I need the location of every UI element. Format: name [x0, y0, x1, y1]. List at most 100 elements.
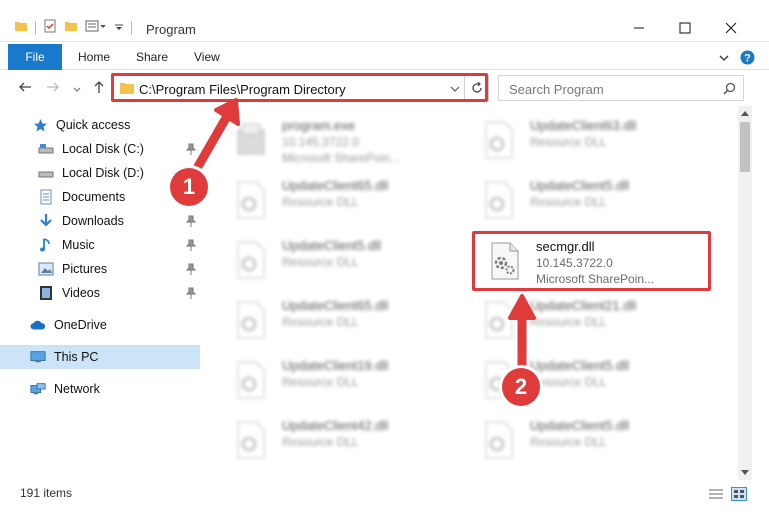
sidebar-item-label: Videos: [62, 286, 100, 300]
scroll-down-icon[interactable]: [741, 470, 749, 476]
file-item[interactable]: UpdateClient21.dll Resource DLL: [468, 292, 698, 346]
item-count: 191 items: [20, 486, 73, 500]
sidebar-item-label: Local Disk (D:): [62, 166, 144, 180]
sidebar-item-label: Local Disk (C:): [62, 142, 144, 156]
cloud-icon: [30, 317, 46, 333]
help-icon[interactable]: ?: [740, 50, 755, 68]
large-icons-view-icon[interactable]: [731, 487, 747, 501]
recent-locations-button[interactable]: [72, 82, 82, 98]
sidebar-item-network[interactable]: Network: [0, 377, 200, 401]
sidebar-item-label: Downloads: [62, 214, 124, 228]
drive-icon: [38, 165, 54, 181]
file-item[interactable]: UpdateClient65.dll Resource DLL: [220, 172, 450, 226]
sidebar-item-music[interactable]: Music: [0, 233, 200, 257]
tab-file[interactable]: File: [8, 44, 62, 70]
sidebar-item-videos[interactable]: Videos: [0, 281, 200, 305]
search-input[interactable]: Search Program: [498, 75, 744, 101]
tab-home[interactable]: Home: [78, 44, 110, 70]
file-name: UpdateClient19.dll: [282, 358, 389, 373]
search-icon[interactable]: [723, 82, 736, 95]
pin-icon[interactable]: [186, 263, 196, 275]
dll-file-icon: [237, 241, 265, 279]
file-description: Resource DLL: [530, 195, 607, 209]
up-button[interactable]: [92, 80, 106, 97]
forward-button[interactable]: [46, 80, 60, 97]
file-description: Resource DLL: [530, 135, 607, 149]
annotation-badge-2: 2: [502, 368, 540, 406]
ribbon-tabs: File Home Share View ?: [0, 44, 769, 70]
search-placeholder: Search Program: [509, 82, 604, 97]
sidebar-item-this-pc[interactable]: This PC: [0, 345, 200, 369]
arrow-left-icon: [19, 82, 31, 92]
folder-icon[interactable]: [14, 19, 28, 36]
file-name: UpdateClient65.dll: [282, 178, 389, 193]
address-highlight-box: [111, 73, 488, 102]
videos-icon: [38, 285, 54, 301]
file-description: Resource DLL: [282, 195, 359, 209]
sidebar-item-quick-access[interactable]: Quick access: [0, 113, 200, 137]
arrow-right-icon: [47, 82, 59, 92]
details-view-icon[interactable]: [708, 488, 724, 500]
maximize-icon: [679, 22, 691, 34]
file-highlight-box: [472, 231, 711, 291]
title-bar: Program: [0, 0, 769, 42]
toolbar-divider: [131, 20, 132, 35]
scroll-up-icon[interactable]: [741, 110, 749, 116]
sidebar-item-label: OneDrive: [54, 318, 107, 332]
pin-icon[interactable]: [186, 215, 196, 227]
sidebar-item-onedrive[interactable]: OneDrive: [0, 313, 200, 337]
status-bar: 191 items: [0, 480, 769, 512]
pictures-icon: [38, 261, 54, 277]
pin-icon[interactable]: [186, 239, 196, 251]
sidebar-item-downloads[interactable]: Downloads: [0, 209, 200, 233]
exe-file-icon: [237, 123, 265, 155]
chevron-down-icon[interactable]: [114, 21, 124, 35]
sidebar-item-label: Music: [62, 238, 95, 252]
scrollbar-thumb[interactable]: [740, 122, 750, 172]
file-item[interactable]: UpdateClient42.dll Resource DLL: [220, 412, 450, 466]
dll-file-icon: [485, 181, 513, 219]
file-item[interactable]: UpdateClient19.dll Resource DLL: [220, 352, 450, 406]
close-icon: [725, 22, 737, 34]
file-item[interactable]: UpdateClient5.dll Resource DLL: [468, 172, 698, 226]
tab-share[interactable]: Share: [136, 44, 168, 70]
chevron-down-icon: [73, 87, 81, 92]
minimize-icon: [634, 27, 644, 29]
file-item[interactable]: UpdateClient5.dll Resource DLL: [468, 412, 698, 466]
file-list: program.exe 10.145.3722.0 Microsoft Shar…: [210, 106, 738, 478]
window-title: Program: [146, 22, 196, 37]
file-description: Resource DLL: [282, 255, 359, 269]
tab-view[interactable]: View: [194, 44, 220, 70]
dll-file-icon: [237, 181, 265, 219]
arrow-up-icon: [94, 81, 104, 93]
minimize-button[interactable]: [616, 14, 662, 42]
dll-file-icon: [237, 421, 265, 459]
file-name: UpdateClient21.dll: [530, 298, 637, 313]
pin-icon[interactable]: [186, 287, 196, 299]
new-folder-icon[interactable]: [64, 19, 78, 36]
dll-file-icon: [485, 121, 513, 159]
file-item[interactable]: program.exe 10.145.3722.0 Microsoft Shar…: [220, 112, 450, 166]
documents-icon: [38, 189, 54, 205]
file-company: Microsoft SharePoin...: [282, 151, 401, 165]
music-icon: [38, 237, 54, 253]
close-button[interactable]: [708, 14, 754, 42]
sidebar-item-label: Quick access: [56, 118, 131, 132]
star-icon: [32, 117, 48, 133]
sidebar-item-pictures[interactable]: Pictures: [0, 257, 200, 281]
back-button[interactable]: [18, 80, 32, 97]
expand-ribbon-icon[interactable]: [718, 52, 730, 67]
file-description: Resource DLL: [282, 375, 359, 389]
properties-icon[interactable]: [43, 19, 57, 36]
dll-file-icon: [237, 301, 265, 339]
file-name: UpdateClient65.dll: [282, 298, 389, 313]
network-icon: [30, 381, 46, 397]
file-item[interactable]: UpdateClient65.dll Resource DLL: [220, 292, 450, 346]
sidebar-item-local-disk-c[interactable]: Local Disk (C:): [0, 137, 200, 161]
maximize-button[interactable]: [662, 14, 708, 42]
vertical-scrollbar[interactable]: [738, 106, 752, 480]
customize-toolbar-icon[interactable]: [85, 19, 107, 36]
file-item[interactable]: UpdateClient5.dll Resource DLL: [220, 232, 450, 286]
file-item[interactable]: UpdateClient63.dll Resource DLL: [468, 112, 698, 166]
pin-icon[interactable]: [186, 143, 196, 155]
